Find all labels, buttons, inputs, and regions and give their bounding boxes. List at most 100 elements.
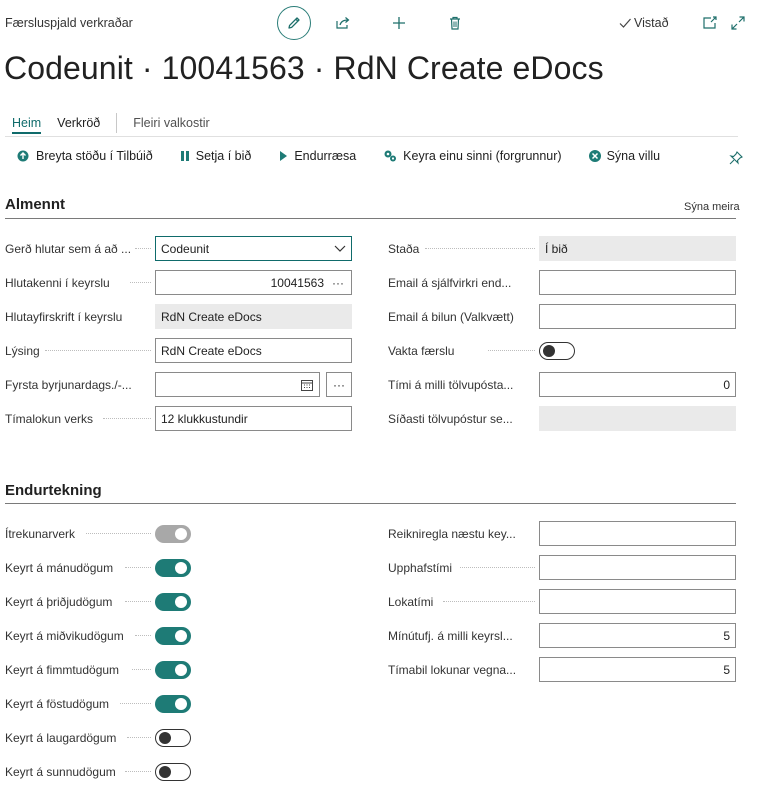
field-value: 0 [723, 377, 730, 392]
time-between-emails-input[interactable]: 0 [539, 372, 736, 397]
pin-icon [729, 151, 743, 165]
earliest-start-more-button[interactable]: ··· [326, 372, 352, 397]
field-label: Keyrt á föstudögum [5, 696, 110, 711]
field-value: 5 [723, 628, 730, 643]
field-row-log-entries: Vakta færslu [388, 338, 454, 363]
toggle-knob [175, 562, 187, 574]
label-leader [86, 533, 151, 534]
pin-button[interactable] [728, 150, 744, 171]
tuesday-toggle[interactable] [155, 593, 191, 611]
field-label: Ítrekunarverk [5, 526, 76, 541]
friday-toggle[interactable] [155, 695, 191, 713]
field-row-inactivity-timeout: Tímabil lokunar vegna... [388, 657, 516, 682]
show-error-button[interactable]: Sýna villu [588, 149, 660, 163]
field-row-description: Lýsing [5, 338, 40, 363]
section-divider [5, 218, 736, 219]
field-row-recurring: Ítrekunarverk [5, 521, 75, 546]
share-button[interactable] [329, 9, 357, 37]
tab-bar: Heim Verkröð Fleiri valkostir [12, 112, 226, 134]
end-time-input[interactable] [539, 589, 736, 614]
start-time-input[interactable] [539, 555, 736, 580]
field-label: Email á sjálfvirkri end... [388, 275, 512, 290]
action-label: Endurræsa [294, 149, 357, 163]
field-value: RdN Create eDocs [161, 343, 262, 358]
open-new-window-button[interactable] [700, 14, 720, 32]
label-leader [125, 567, 151, 568]
tab-home[interactable]: Heim [12, 116, 42, 134]
field-row-end-time: Lokatími [388, 589, 433, 614]
run-once-button[interactable]: Keyra einu sinni (forgrunnur) [382, 148, 562, 164]
log-entries-toggle[interactable] [539, 342, 575, 360]
toggle-knob [159, 731, 171, 744]
show-more-link[interactable]: Sýna meira [684, 201, 740, 213]
description-input[interactable]: RdN Create eDocs [155, 338, 352, 363]
object-type-select[interactable]: Codeunit [155, 236, 352, 261]
page-caption: Færsluspjald verkraðar [5, 16, 133, 30]
field-label: Keyrt á fimmtudögum [5, 662, 120, 677]
label-leader [125, 771, 151, 772]
inactivity-timeout-input[interactable]: 5 [539, 657, 736, 682]
field-row-time-between-emails: Tími á milli tölvupósta... [388, 372, 513, 397]
set-status-ready-button[interactable]: Breyta stöðu í Tilbúið [15, 148, 153, 164]
field-label: Keyrt á miðvikudögum [5, 628, 124, 643]
lookup-ellipsis-icon[interactable]: ··· [330, 276, 346, 290]
label-leader [425, 248, 535, 249]
sunday-toggle[interactable] [155, 763, 191, 781]
field-label: Mínútufj. á milli keyrsl... [388, 628, 513, 643]
share-icon [336, 17, 350, 29]
label-leader [120, 703, 151, 704]
calendar-icon[interactable] [300, 378, 314, 392]
recurring-toggle[interactable] [155, 525, 191, 543]
tab-job-queue[interactable]: Verkröð [57, 116, 100, 130]
next-run-formula-input[interactable] [539, 521, 736, 546]
new-button[interactable] [385, 9, 413, 37]
field-row-email-error: Email á bilun (Valkvætt) [388, 304, 514, 329]
chevron-down-icon [334, 245, 346, 252]
field-label: Keyrt á sunnudögum [5, 764, 116, 779]
tab-more-options[interactable]: Fleiri valkostir [133, 116, 209, 130]
trash-icon [450, 16, 460, 30]
monday-toggle[interactable] [155, 559, 191, 577]
email-error-input[interactable] [539, 304, 736, 329]
delete-button[interactable] [441, 9, 469, 37]
open-new-window-icon [703, 16, 717, 29]
toggle-knob [175, 596, 187, 608]
status-field: Í bið [539, 236, 736, 261]
email-auto-end-input[interactable] [539, 270, 736, 295]
field-label: Síðasti tölvupóstur se... [388, 411, 513, 426]
earliest-start-input[interactable] [155, 372, 320, 397]
field-label: Hlutakenni í keyrslu [5, 275, 110, 290]
label-leader [460, 567, 535, 568]
wednesday-toggle[interactable] [155, 627, 191, 645]
field-row-object-caption: Hlutayfirskrift í keyrslu [5, 304, 122, 329]
field-row-tuesday: Keyrt á þriðjudögum [5, 589, 112, 614]
field-row-wednesday: Keyrt á miðvikudögum [5, 623, 124, 648]
expand-button[interactable] [728, 14, 748, 32]
run-once-icon [382, 148, 398, 164]
ellipsis-icon: ··· [333, 377, 345, 392]
field-row-thursday: Keyrt á fimmtudögum [5, 657, 119, 682]
field-row-next-run-formula: Reikniregla næstu key... [388, 521, 516, 546]
check-icon [619, 18, 631, 28]
edit-button[interactable] [277, 6, 311, 40]
page-title: Codeunit · 10041563 · RdN Create eDocs [4, 50, 604, 86]
set-on-hold-button[interactable]: Setja í bið [179, 149, 251, 163]
field-row-saturday: Keyrt á laugardögum [5, 725, 116, 750]
last-email-field [539, 406, 736, 431]
job-timeout-input[interactable]: 12 klukkustundir [155, 406, 352, 431]
field-value: RdN Create eDocs [161, 309, 262, 324]
saved-label: Vistað [634, 16, 669, 30]
restart-button[interactable]: Endurræsa [277, 149, 356, 163]
field-label: Keyrt á laugardögum [5, 730, 117, 745]
action-bar: Breyta stöðu í Tilbúið Setja í bið Endur… [15, 148, 686, 164]
field-label: Vakta færslu [388, 343, 455, 358]
field-label: Tímalokun verks [5, 411, 94, 426]
saturday-toggle[interactable] [155, 729, 191, 747]
field-row-start-time: Upphafstími [388, 555, 452, 580]
object-id-field[interactable]: 10041563 ··· [155, 270, 352, 295]
field-label: Tími á milli tölvupósta... [388, 377, 514, 392]
minutes-between-runs-input[interactable]: 5 [539, 623, 736, 648]
pencil-icon [288, 17, 300, 29]
thursday-toggle[interactable] [155, 661, 191, 679]
window-controls [700, 14, 756, 32]
